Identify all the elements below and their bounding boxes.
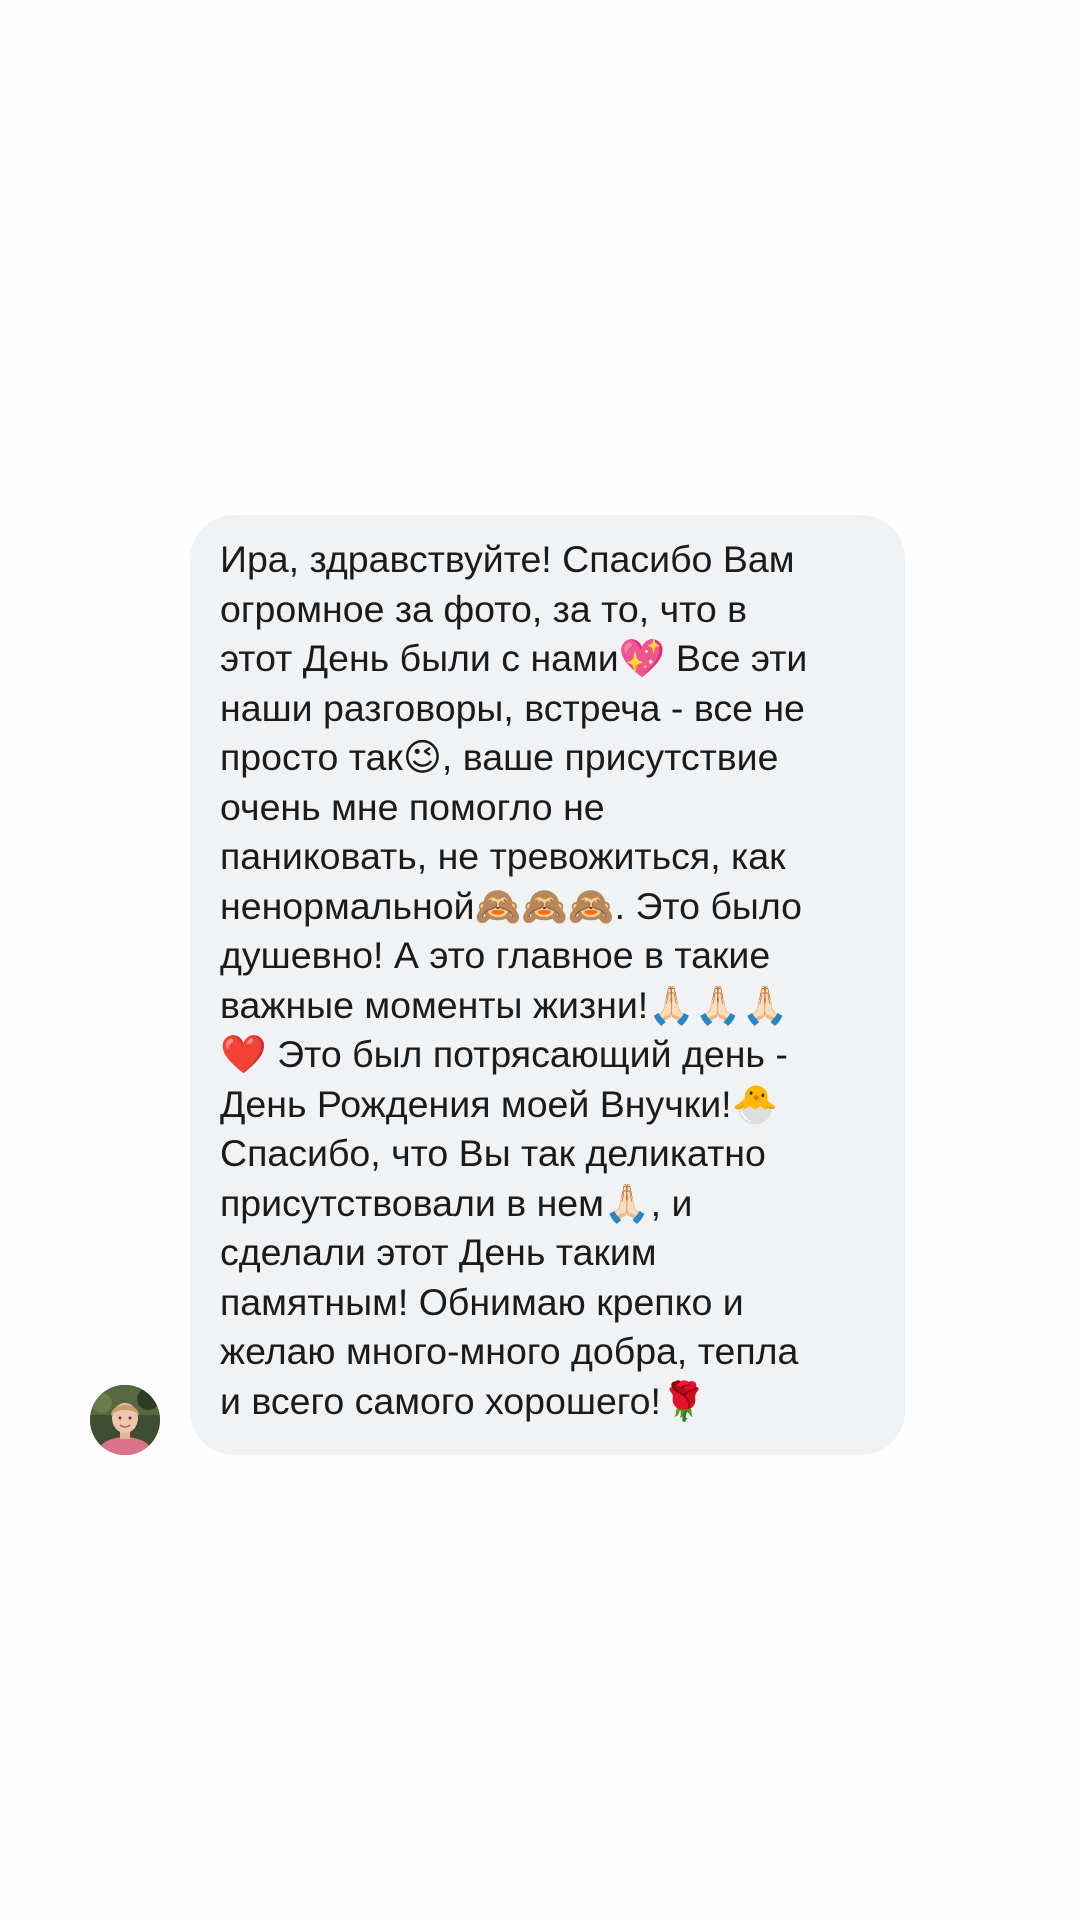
user-avatar-photo-icon <box>90 1385 160 1455</box>
message-line: Ира, здравствуйте! Спасибо Вам <box>220 538 795 580</box>
received-message-row: Ира, здравствуйте! Спасибо Вам огромное … <box>0 515 1080 1455</box>
message-line: важные моменты жизни!🙏🏻🙏🏻🙏🏻 <box>220 983 789 1026</box>
chat-screen: Ира, здравствуйте! Спасибо Вам огромное … <box>0 0 1080 1920</box>
message-line: паниковать, не тревожиться, как <box>220 835 786 877</box>
message-line: огромное за фото, за то, что в <box>220 587 748 630</box>
message-line: очень мне помогло не <box>220 785 605 828</box>
message-line: желаю много-много добра, тепла <box>220 1330 799 1372</box>
message-line: сделали этот День таким <box>220 1231 657 1273</box>
message-bubble[interactable]: Ира, здравствуйте! Спасибо Вам огромное … <box>190 515 905 1455</box>
message-line: ненормальной🙈🙈🙈. Это было <box>220 884 803 927</box>
message-line: душевно! А это главное в такие <box>220 934 771 976</box>
message-line: и всего самого хорошего!🌹 <box>220 1379 708 1422</box>
message-line: присутствовали в нем🙏🏻, и <box>220 1181 693 1224</box>
message-line: памятным! Обнимаю крепко и <box>220 1280 744 1323</box>
message-line: ❤️ Это был потрясающий день - <box>220 1033 788 1075</box>
message-line: День Рождения моей Внучки!🐣 <box>220 1082 779 1125</box>
message-line: Спасибо, что Вы так деликатно <box>220 1132 766 1174</box>
message-text: Ира, здравствуйте! Спасибо Вам огромное … <box>220 535 883 1426</box>
sender-avatar[interactable] <box>90 1385 160 1455</box>
message-line: наши разговоры, встреча - все не <box>220 686 805 729</box>
message-line: просто так😉, ваше присутствие <box>220 736 779 778</box>
message-line: этот День были с нами💖 Все эти <box>220 637 808 679</box>
